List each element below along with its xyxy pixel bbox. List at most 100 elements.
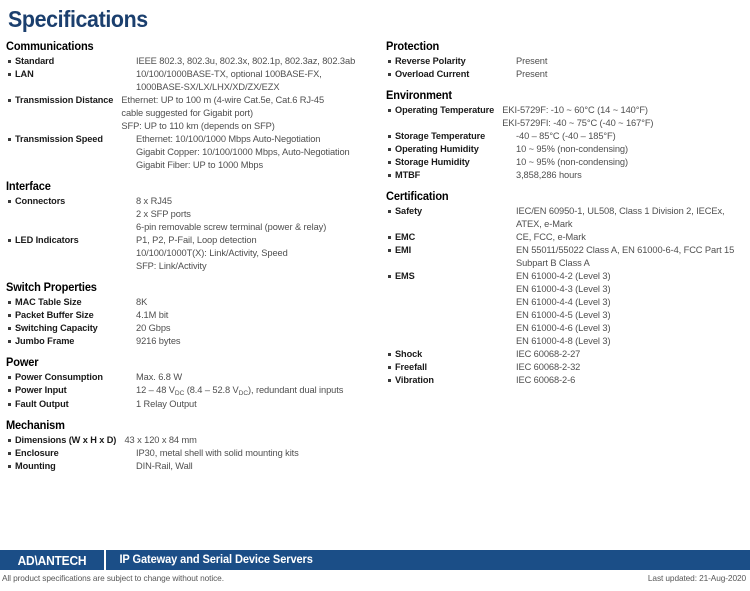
spec-value-line: IEEE 802.3, 802.3u, 802.3x, 802.1p, 802.… (136, 56, 356, 66)
spec-value: Max. 6.8 W (136, 371, 374, 384)
spec-label: Power Consumption (15, 372, 103, 383)
spec-row: EMC CE, FCC, e-Mark (386, 231, 750, 244)
bullet-icon (6, 447, 15, 455)
spec-value: Present (516, 55, 750, 68)
spec-value-line: 9216 bytes (136, 336, 181, 346)
spec-value: -40 – 85°C (-40 – 185°F) (516, 130, 750, 143)
section-title: Mechanism (6, 420, 65, 432)
spec-row: Enclosure IP30, metal shell with solid mo… (6, 447, 374, 460)
spec-value-line: Present (516, 69, 548, 79)
spec-section: Environment Operating Temperature EKI-5729… (386, 90, 750, 182)
spec-row: Power Consumption Max. 6.8 W (6, 371, 374, 384)
product-line-label: IP Gateway and Serial Device Servers (119, 554, 313, 566)
spec-value: CE, FCC, e-Mark (516, 231, 750, 244)
spec-label: Enclosure (15, 448, 59, 459)
spec-value-line: IEC 60068-2-32 (516, 362, 581, 372)
spec-value-line: 10/100/1000BASE-TX, optional 100BASE-FX, (136, 69, 322, 79)
spec-row: Fault Output 1 Relay Output (6, 398, 374, 411)
bullet-icon (386, 231, 395, 239)
spec-value: 3,858,286 hours (516, 169, 750, 182)
spec-label: EMS (395, 271, 415, 282)
spec-value: Ethernet: 10/100/1000 Mbps Auto-Negotiat… (136, 133, 374, 172)
spec-value-line: DIN-Rail, Wall (136, 461, 193, 471)
spec-value-line: IEC 60068-2-6 (516, 375, 576, 385)
spec-value-line: SFP: UP to 110 km (depends on SFP) (121, 121, 275, 131)
spec-value: Ethernet: UP to 100 m (4-wire Cat.5e, Ca… (121, 94, 374, 133)
bullet-icon (386, 205, 395, 213)
spec-label: Jumbo Frame (15, 336, 75, 347)
spec-row: Connectors 8 x RJ45 2 x SFP ports 6-pin rem… (6, 195, 374, 234)
spec-value: DIN-Rail, Wall (136, 460, 374, 473)
bullet-icon (6, 234, 15, 242)
spec-value: 10 ~ 95% (non-condensing) (516, 143, 750, 156)
spec-value-line: EN 61000-4-3 (Level 3) (516, 284, 611, 294)
spec-label: LAN (15, 69, 34, 80)
spec-value: IEC 60068-2-27 (516, 348, 750, 361)
spec-value: 9216 bytes (136, 335, 374, 348)
spec-value-line: Gigabit Copper: 10/100/1000 Mbps, Auto-N… (136, 147, 350, 157)
spec-section: Power Power Consumption Max. 6.8 W Power In… (6, 357, 374, 411)
spec-value-line: EN 61000-4-6 (Level 3) (516, 323, 611, 333)
spec-value: 12 – 48 VDC (8.4 – 52.8 VDC), redundant … (136, 384, 374, 398)
bullet-icon (386, 104, 395, 112)
spec-value-line: EN 55011/55022 Class A, EN 61000-6-4, FC… (516, 245, 735, 255)
spec-section: Interface Connectors 8 x RJ45 2 x SFP ports… (6, 181, 374, 273)
spec-value: IEEE 802.3, 802.3u, 802.3x, 802.1p, 802.… (136, 55, 374, 68)
bullet-icon (6, 335, 15, 343)
spec-row: MAC Table Size 8K (6, 296, 374, 309)
spec-value-line: Max. 6.8 W (136, 372, 183, 382)
spec-value: 4.1M bit (136, 309, 374, 322)
left-column: Communications Standard IEEE 802.3, 802.3u… (6, 41, 374, 482)
spec-label: Safety (395, 206, 423, 217)
spec-value-line: EKI-5729FI: -40 ~ 75°C (-40 ~ 167°F) (502, 118, 654, 128)
spec-value-line: 10/100/1000T(X): Link/Activity, Speed (136, 248, 288, 258)
section-title: Power (6, 357, 39, 369)
spec-value-line: Ethernet: 10/100/1000 Mbps Auto-Negotiat… (136, 134, 321, 144)
spec-value: P1, P2, P-Fail, Loop detection 10/100/100… (136, 234, 374, 273)
bullet-icon (6, 55, 15, 63)
spec-label: Operating Temperature (395, 105, 495, 116)
section-title: Certification (386, 191, 449, 203)
bullet-icon (386, 270, 395, 278)
section-title: Communications (6, 41, 94, 53)
spec-value-line: 10 ~ 95% (non-condensing) (516, 144, 628, 154)
spec-row: Dimensions (W x H x D) 43 x 120 x 84 mm (6, 434, 374, 447)
spec-section: Switch Properties MAC Table Size 8K Packet … (6, 282, 374, 348)
section-title: Interface (6, 181, 51, 193)
disclaimer-text: All product specifications are subject t… (2, 573, 224, 583)
spec-label: Vibration (395, 375, 434, 386)
spec-value-line: 3,858,286 hours (516, 170, 582, 180)
spec-label: Dimensions (W x H x D) (15, 435, 117, 446)
spec-value-line: 12 – 48 VDC (8.4 – 52.8 VDC), redundant … (136, 385, 344, 397)
spec-label: Transmission Distance (15, 95, 114, 106)
bullet-icon (386, 55, 395, 63)
bullet-icon (6, 322, 15, 330)
spec-value: 8K (136, 296, 374, 309)
spec-label: Storage Temperature (395, 131, 486, 142)
spec-value-line: IEC/EN 60950-1, UL508, Class 1 Division … (516, 206, 725, 216)
spec-row: LAN 10/100/1000BASE-TX, optional 100BASE-… (6, 68, 374, 94)
spec-value: 43 x 120 x 84 mm (124, 434, 374, 447)
spec-label: Shock (395, 349, 423, 360)
bullet-icon (386, 143, 395, 151)
spec-value-line: Present (516, 56, 548, 66)
spec-row: Packet Buffer Size 4.1M bit (6, 309, 374, 322)
spec-value-line: 8K (136, 297, 148, 307)
spec-value: IEC 60068-2-32 (516, 361, 750, 374)
spec-value-line: cable suggested for Gigabit port) (121, 108, 253, 118)
spec-row: EMS EN 61000-4-2 (Level 3) EN 61000-4-3 (L… (386, 270, 750, 348)
spec-value-line: EKI-5729F: -10 ~ 60°C (14 ~ 140°F) (502, 105, 648, 115)
spec-value: Present (516, 68, 750, 81)
spec-value-line: 1 Relay Output (136, 399, 197, 409)
spec-value-line: 10 ~ 95% (non-condensing) (516, 157, 628, 167)
spec-value: IP30, metal shell with solid mounting ki… (136, 447, 374, 460)
spec-label: Power Input (15, 385, 67, 396)
spec-value-line: P1, P2, P-Fail, Loop detection (136, 235, 257, 245)
bullet-icon (6, 434, 15, 442)
spec-label: EMI (395, 245, 412, 256)
spec-section: Certification Safety IEC/EN 60950-1, UL508… (386, 191, 750, 387)
spec-value-line: EN 61000-4-2 (Level 3) (516, 271, 611, 281)
spec-section: Communications Standard IEEE 802.3, 802.3u… (6, 41, 374, 172)
spec-value-line: EN 61000-4-8 (Level 3) (516, 336, 611, 346)
bullet-icon (386, 156, 395, 164)
